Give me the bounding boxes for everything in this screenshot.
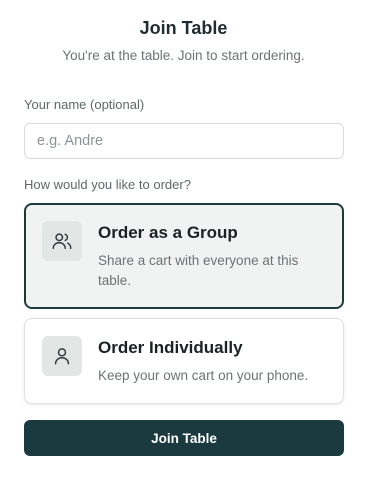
join-table-sheet: Join Table You're at the table. Join to … (0, 0, 367, 495)
page-title: Join Table (139, 18, 228, 38)
order-as-group-text: Order as a Group Share a cart with every… (98, 221, 326, 291)
order-individually-description: Keep your own cart on your phone. (98, 368, 309, 383)
page-subtitle: You're at the table. Join to start order… (62, 48, 305, 63)
order-as-group-title: Order as a Group (98, 223, 238, 242)
name-field-label: Your name (optional) (24, 97, 145, 112)
name-input[interactable] (24, 123, 344, 159)
order-mode-question: How would you like to order? (24, 177, 191, 192)
users-icon (42, 221, 82, 261)
order-as-group-description: Share a cart with everyone at this table… (98, 253, 299, 288)
order-individually-title: Order Individually (98, 338, 243, 357)
order-individually-option[interactable]: Order Individually Keep your own cart on… (24, 318, 344, 404)
join-table-button[interactable]: Join Table (24, 420, 344, 456)
order-as-group-option[interactable]: Order as a Group Share a cart with every… (24, 203, 344, 309)
user-icon (42, 336, 82, 376)
order-individually-text: Order Individually Keep your own cart on… (98, 336, 326, 386)
